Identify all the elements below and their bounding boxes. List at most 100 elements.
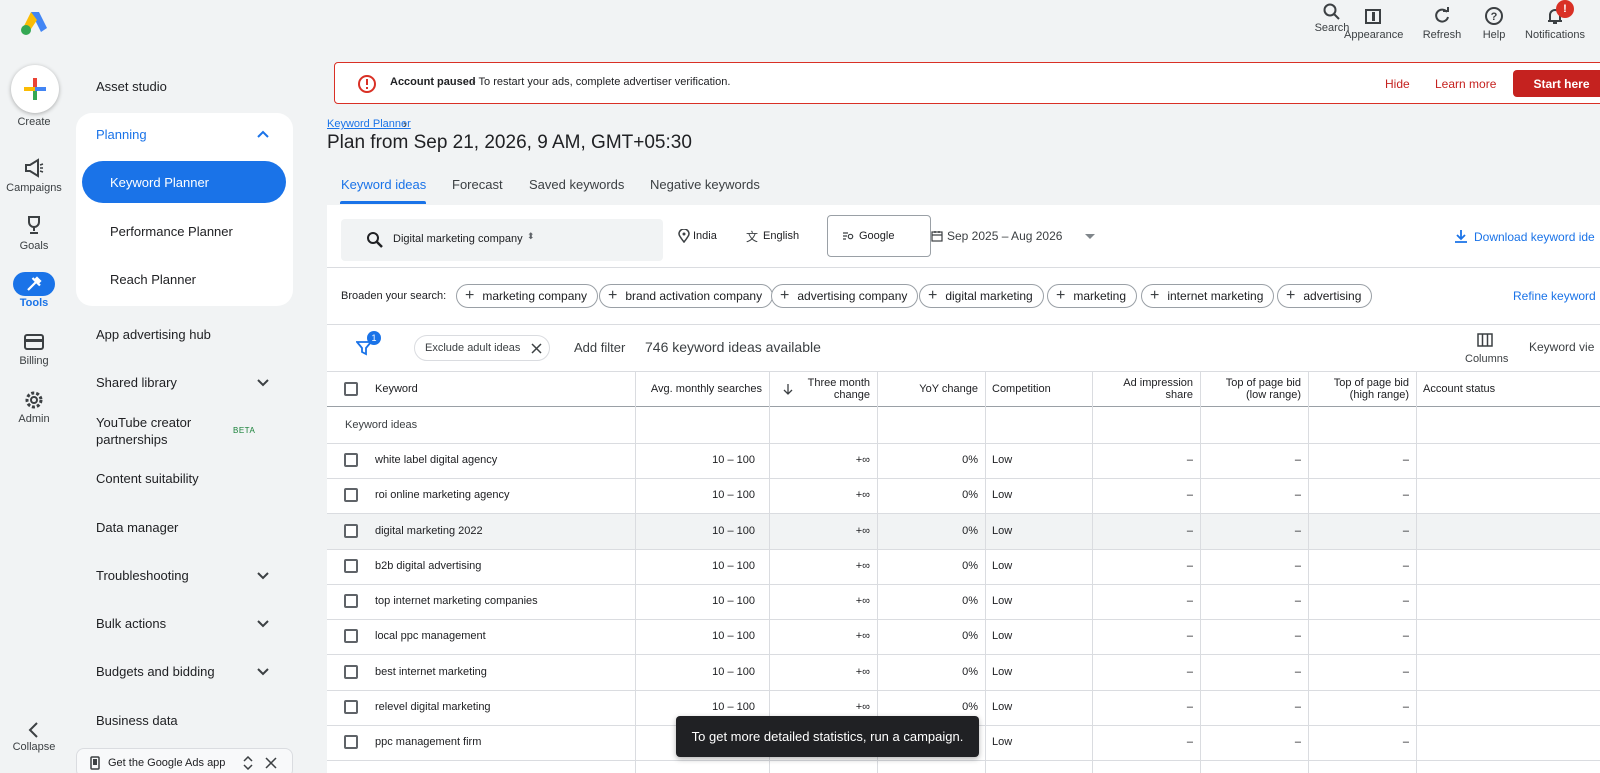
broaden-chip-advertising-company[interactable]: + advertising company bbox=[771, 284, 919, 308]
row-checkbox[interactable] bbox=[344, 735, 358, 749]
date-range-selector[interactable]: Sep 2025 – Aug 2026 bbox=[947, 229, 1062, 243]
chevron-down-icon[interactable] bbox=[256, 664, 270, 678]
help-button[interactable]: ? Help bbox=[1476, 6, 1512, 41]
nav-asset-studio[interactable]: Asset studio bbox=[96, 79, 167, 94]
col-header-top-bid-high[interactable]: Top of page bid (high range) bbox=[1308, 377, 1409, 401]
col-header-ad-impression-share[interactable]: Ad impression share bbox=[1100, 377, 1193, 401]
keyword-view-button[interactable]: Keyword vie bbox=[1529, 340, 1594, 354]
nav-bulk-actions[interactable]: Bulk actions bbox=[96, 616, 166, 631]
row-checkbox[interactable] bbox=[344, 488, 358, 502]
download-icon[interactable] bbox=[1453, 228, 1469, 244]
select-all-checkbox[interactable] bbox=[344, 382, 358, 396]
three-month-cell: +∞ bbox=[855, 666, 870, 678]
broaden-chip-digital-marketing[interactable]: + digital marketing bbox=[919, 284, 1044, 308]
google-ads-logo-icon[interactable] bbox=[20, 10, 50, 36]
megaphone-icon[interactable] bbox=[22, 156, 46, 180]
hide-button[interactable]: Hide bbox=[1385, 77, 1410, 91]
keyword-search-input[interactable]: Digital marketing company ⬍ bbox=[341, 219, 663, 261]
competition-cell: Low bbox=[992, 525, 1013, 537]
rail-item-goals[interactable]: Goals bbox=[0, 240, 68, 252]
rail-item-billing[interactable]: Billing bbox=[0, 355, 68, 367]
tab-negative-keywords[interactable]: Negative keywords bbox=[650, 177, 760, 192]
nav-performance-planner[interactable]: Performance Planner bbox=[110, 224, 233, 239]
chevron-down-icon[interactable] bbox=[256, 616, 270, 630]
language-selector[interactable]: English bbox=[763, 230, 799, 242]
avg-searches-cell: 10 – 100 bbox=[712, 666, 755, 678]
row-checkbox[interactable] bbox=[344, 453, 358, 467]
close-icon[interactable] bbox=[265, 757, 277, 769]
broaden-chip-brand-activation-company[interactable]: + brand activation company bbox=[599, 284, 774, 308]
nav-data-manager[interactable]: Data manager bbox=[96, 520, 178, 535]
expand-icon[interactable] bbox=[242, 756, 254, 770]
broaden-chip-internet-marketing[interactable]: + internet marketing bbox=[1141, 284, 1275, 308]
tab-forecast[interactable]: Forecast bbox=[452, 177, 503, 192]
nav-keyword-planner[interactable]: Keyword Planner bbox=[110, 175, 209, 190]
location-selector[interactable]: India bbox=[693, 230, 717, 242]
row-checkbox[interactable] bbox=[344, 665, 358, 679]
nav-shared-library[interactable]: Shared library bbox=[96, 375, 177, 390]
nav-content-suitability[interactable]: Content suitability bbox=[96, 471, 199, 486]
row-checkbox[interactable] bbox=[344, 524, 358, 538]
col-header-three-month-change[interactable]: Three month change bbox=[790, 377, 870, 401]
start-here-button[interactable]: Start here bbox=[1513, 70, 1600, 97]
credit-card-icon[interactable] bbox=[22, 330, 46, 354]
search-query: Digital marketing company bbox=[393, 233, 523, 245]
rail-item-campaigns[interactable]: Campaigns bbox=[0, 182, 68, 194]
collapse-button[interactable]: Collapse bbox=[0, 741, 68, 753]
close-icon[interactable] bbox=[531, 343, 542, 354]
rail-item-tools[interactable]: Tools bbox=[0, 297, 68, 309]
row-checkbox[interactable] bbox=[344, 629, 358, 643]
broaden-chip-marketing-company[interactable]: + marketing company bbox=[456, 284, 599, 308]
dropdown-arrow-icon[interactable] bbox=[1085, 234, 1095, 240]
learn-more-link[interactable]: Learn more bbox=[1435, 77, 1496, 91]
create-button[interactable] bbox=[11, 65, 59, 113]
refresh-icon bbox=[1435, 7, 1449, 23]
refine-keywords-link[interactable]: Refine keyword bbox=[1513, 289, 1596, 303]
chevron-up-icon[interactable] bbox=[256, 127, 270, 141]
nav-business-data[interactable]: Business data bbox=[96, 713, 178, 728]
bid-high-cell: – bbox=[1402, 630, 1409, 642]
chevron-left-icon[interactable] bbox=[22, 718, 46, 742]
nav-troubleshooting[interactable]: Troubleshooting bbox=[96, 568, 189, 583]
trophy-icon[interactable] bbox=[22, 213, 46, 237]
nav-app-advertising-hub[interactable]: App advertising hub bbox=[96, 327, 211, 342]
notifications-button[interactable]: Notifications bbox=[1520, 6, 1590, 41]
exclude-adult-ideas-chip[interactable]: Exclude adult ideas bbox=[414, 335, 550, 361]
rail-item-admin[interactable]: Admin bbox=[0, 413, 68, 425]
breadcrumb[interactable]: Keyword Planner bbox=[327, 118, 411, 130]
col-header-top-bid-low[interactable]: Top of page bid (low range) bbox=[1200, 377, 1301, 401]
tab-keyword-ideas[interactable]: Keyword ideas bbox=[341, 177, 426, 192]
nav-budgets-and-bidding[interactable]: Budgets and bidding bbox=[96, 664, 215, 679]
col-header-competition[interactable]: Competition bbox=[992, 383, 1051, 395]
bid-high-cell: – bbox=[1402, 454, 1409, 466]
network-selector[interactable]: Google bbox=[827, 215, 931, 257]
avg-searches-cell: 10 – 100 bbox=[712, 525, 755, 537]
col-header-avg-monthly-searches[interactable]: Avg. monthly searches bbox=[640, 383, 762, 395]
notifications-label: Notifications bbox=[1525, 29, 1585, 41]
nav-youtube-creator-partnerships[interactable]: YouTube creator partnerships bbox=[96, 414, 206, 448]
tab-saved-keywords[interactable]: Saved keywords bbox=[529, 177, 624, 192]
keyword-count: 746 keyword ideas available bbox=[645, 339, 821, 355]
broaden-chip-marketing[interactable]: + marketing bbox=[1047, 284, 1138, 308]
nav-reach-planner[interactable]: Reach Planner bbox=[110, 272, 196, 287]
row-checkbox[interactable] bbox=[344, 594, 358, 608]
columns-icon[interactable] bbox=[1477, 333, 1493, 347]
tools-active-pill[interactable] bbox=[13, 272, 55, 296]
refresh-button[interactable]: Refresh bbox=[1420, 6, 1464, 41]
chevron-down-icon[interactable] bbox=[256, 568, 270, 582]
add-filter-button[interactable]: Add filter bbox=[574, 340, 625, 355]
col-header-keyword[interactable]: Keyword bbox=[375, 383, 418, 395]
yoy-cell: 0% bbox=[962, 630, 978, 642]
columns-button[interactable]: Columns bbox=[1465, 353, 1508, 365]
nav-planning[interactable]: Planning bbox=[96, 127, 147, 142]
chevron-down-icon[interactable] bbox=[256, 375, 270, 389]
google-ads-app-banner[interactable]: Get the Google Ads app bbox=[76, 748, 293, 773]
col-header-yoy-change[interactable]: YoY change bbox=[890, 383, 978, 395]
download-keyword-ideas-link[interactable]: Download keyword ide bbox=[1474, 230, 1595, 244]
gear-icon[interactable] bbox=[22, 388, 46, 412]
row-checkbox[interactable] bbox=[344, 700, 358, 714]
col-header-account-status[interactable]: Account status bbox=[1423, 383, 1495, 395]
row-checkbox[interactable] bbox=[344, 559, 358, 573]
appearance-button[interactable]: Appearance bbox=[1344, 6, 1403, 41]
broaden-chip-advertising[interactable]: + advertising bbox=[1277, 284, 1373, 308]
